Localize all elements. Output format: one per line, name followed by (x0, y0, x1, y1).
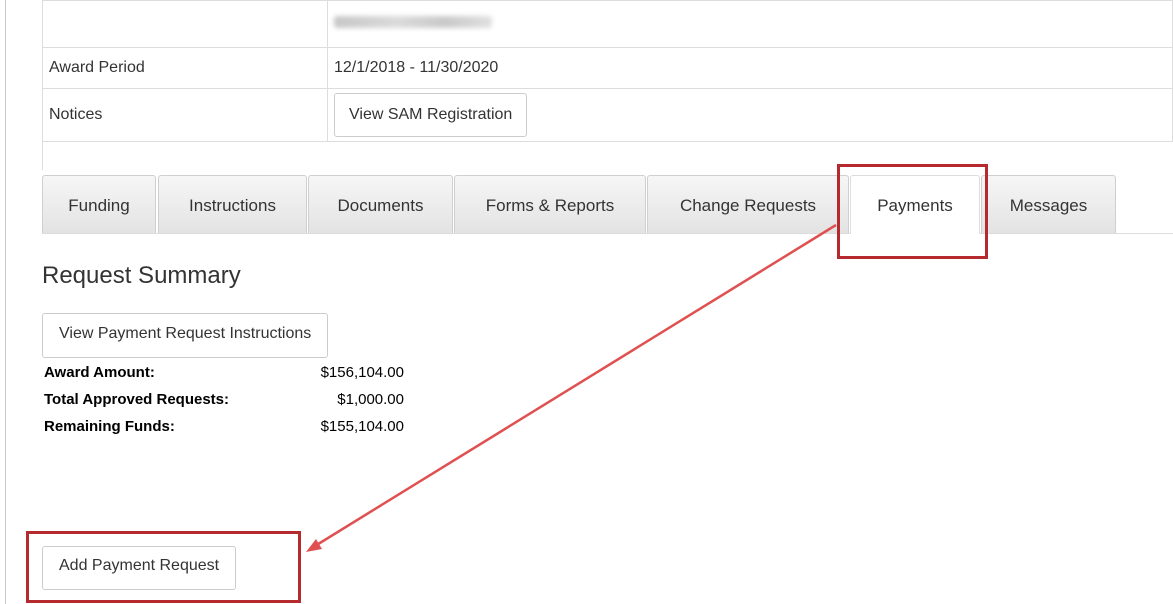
notices-label: Notices (42, 88, 328, 142)
remaining-funds-label: Remaining Funds: (44, 418, 175, 435)
tab-documents[interactable]: Documents (308, 175, 453, 233)
info-row-notices: Notices View SAM Registration (42, 88, 1173, 142)
award-amount-label: Award Amount: (44, 364, 155, 381)
view-sam-registration-button[interactable]: View SAM Registration (334, 93, 528, 137)
info-row-award-period: Award Period 12/1/2018 - 11/30/2020 (42, 47, 1173, 89)
page-left-border (5, 0, 6, 604)
info-row-top (42, 0, 1173, 48)
tab-bar: Funding Instructions Documents Forms & R… (42, 175, 1173, 234)
tab-funding[interactable]: Funding (42, 175, 156, 233)
view-payment-request-instructions-button[interactable]: View Payment Request Instructions (42, 313, 329, 358)
remaining-funds-value: $155,104.00 (320, 418, 404, 435)
award-amount-value: $156,104.00 (320, 364, 404, 381)
remaining-funds-row: Remaining Funds: $155,104.00 (44, 418, 404, 445)
blurred-value-cell (327, 0, 1173, 48)
award-amount-row: Award Amount: $156,104.00 (44, 364, 404, 391)
tab-forms-reports[interactable]: Forms & Reports (454, 175, 646, 233)
award-info-table: Award Period 12/1/2018 - 11/30/2020 Noti… (42, 0, 1173, 170)
blurred-text (334, 16, 492, 28)
total-approved-requests-row: Total Approved Requests: $1,000.00 (44, 391, 404, 418)
total-approved-requests-label: Total Approved Requests: (44, 391, 230, 408)
info-row-spacer (42, 141, 1173, 170)
arrow-head (306, 539, 322, 552)
tab-payments[interactable]: Payments (850, 175, 980, 234)
tab-change-requests[interactable]: Change Requests (647, 175, 849, 233)
total-approved-requests-value: $1,000.00 (337, 391, 404, 408)
award-period-label: Award Period (42, 47, 328, 89)
tab-messages[interactable]: Messages (981, 175, 1116, 233)
spacer-cell (42, 141, 1173, 170)
info-label-empty (42, 0, 328, 48)
award-period-value: 12/1/2018 - 11/30/2020 (327, 47, 1173, 89)
notices-cell: View SAM Registration (327, 88, 1173, 142)
tab-instructions[interactable]: Instructions (158, 175, 307, 233)
add-payment-request-button[interactable]: Add Payment Request (42, 546, 237, 590)
request-summary-heading: Request Summary (42, 262, 241, 289)
amounts-list: Award Amount: $156,104.00 Total Approved… (44, 364, 404, 445)
